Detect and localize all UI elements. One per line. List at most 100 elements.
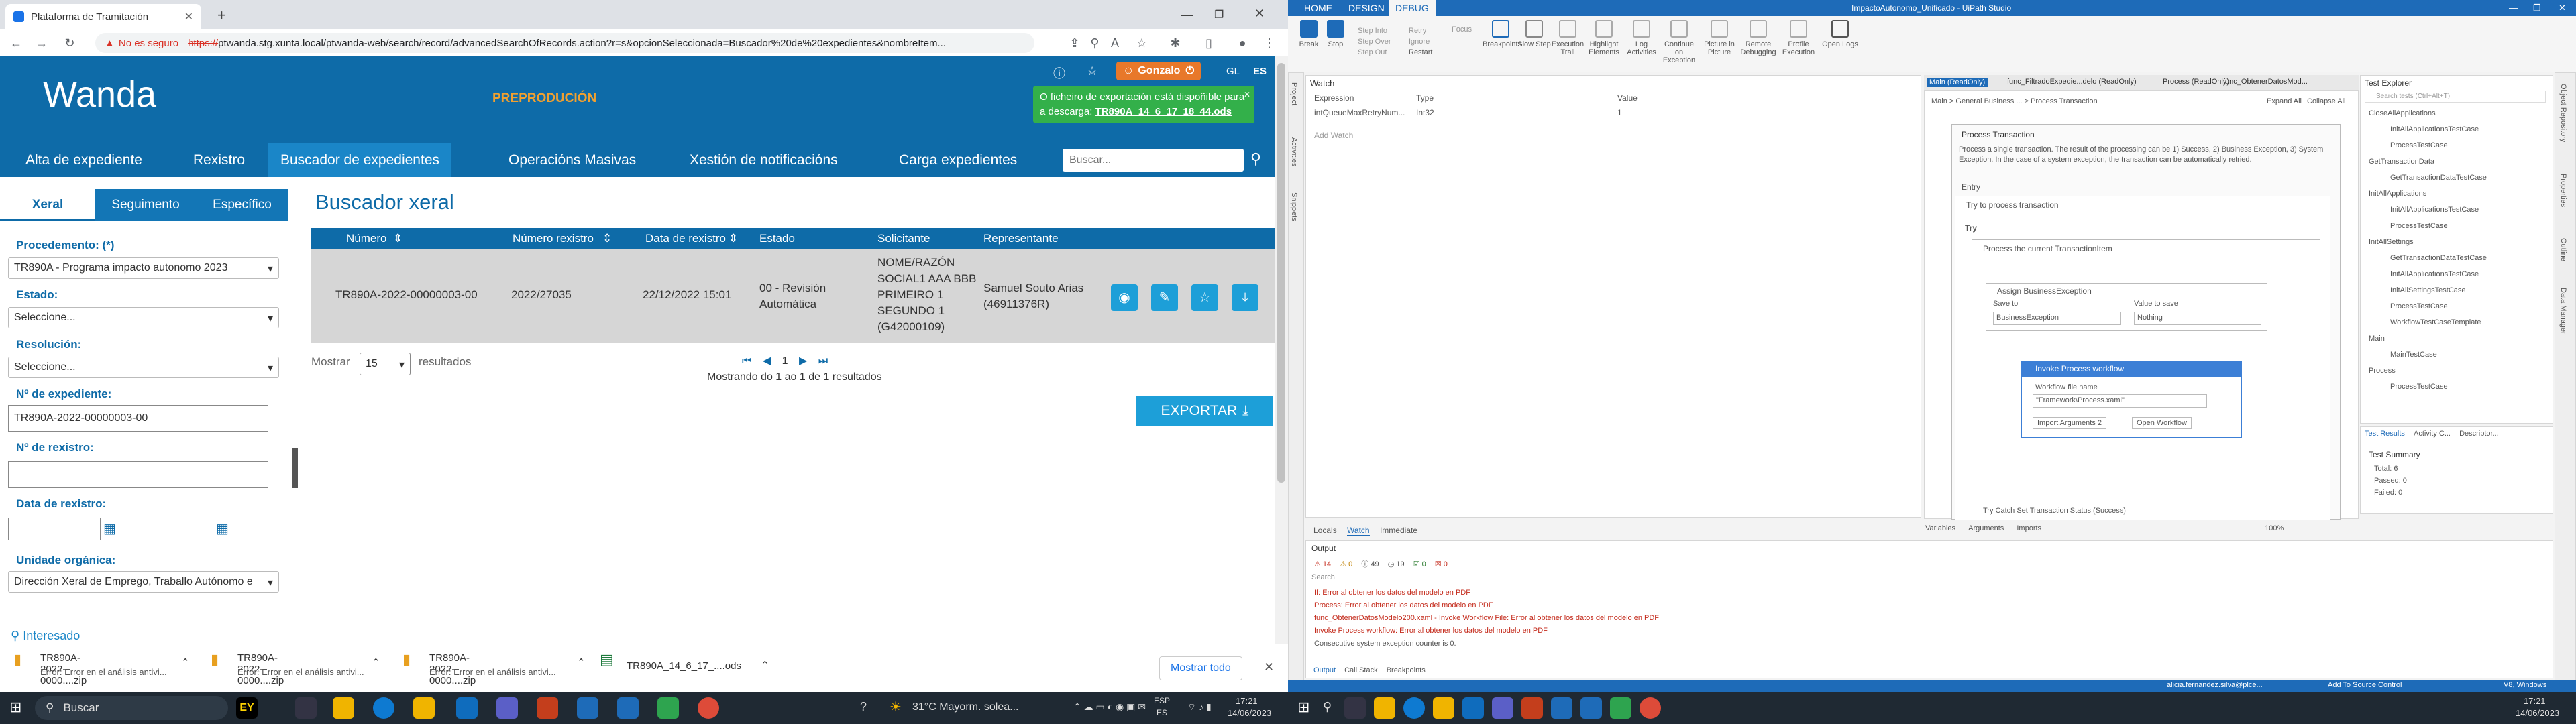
outlook-icon[interactable] (456, 697, 478, 719)
ey-app-icon[interactable]: EY (236, 697, 258, 719)
last-page-icon[interactable]: ⏭ (818, 355, 828, 367)
input-language-sub[interactable]: ES (1157, 708, 1167, 717)
assign-activity[interactable]: Assign BusinessException Save to Value t… (1986, 283, 2267, 331)
info-filter[interactable]: ⓘ 49 (1361, 560, 1379, 568)
add-to-source-control[interactable]: Add To Source Control (2328, 681, 2402, 689)
imports-tab[interactable]: Imports (2017, 524, 2041, 532)
edge-icon[interactable] (1403, 697, 1425, 719)
test-tree-folder[interactable]: InitAllSettings (2366, 234, 2547, 250)
clock-date[interactable]: 14/06/2023 (1228, 708, 1271, 718)
test-tree-item[interactable]: ProcessTestCase (2366, 379, 2547, 395)
doc-tab-main[interactable]: Main (ReadOnly) (1927, 78, 1988, 87)
sort-icon[interactable]: ⇕ (393, 228, 402, 249)
chevron-up-icon[interactable]: ⌃ (372, 656, 380, 668)
profile-icon[interactable]: ● (1234, 35, 1250, 51)
test-tree-item[interactable]: ProcessTestCase (2366, 137, 2547, 154)
zoom-level[interactable]: 100% (2265, 524, 2284, 532)
stop-button[interactable]: Stop (1318, 20, 1354, 48)
col-numero[interactable]: Número (346, 228, 386, 249)
file-explorer-icon[interactable] (1374, 697, 1395, 719)
activities-panel-tab[interactable]: Activities (1290, 137, 1298, 166)
nav-xestion-notificacions[interactable]: Xestión de notificacións (678, 143, 850, 177)
download-item[interactable]: ▮ TR890A-2022-0000....zip Error: Error en … (13, 651, 190, 686)
output-line[interactable]: Consecutive system exception counter is … (1314, 638, 1659, 650)
minimize-icon[interactable]: — (1181, 8, 1193, 22)
restart-button[interactable]: Restart (1409, 47, 1432, 58)
download-icon[interactable]: ⤓ (1232, 284, 1258, 311)
import-arguments-button[interactable]: Import Arguments 2 (2033, 417, 2107, 429)
collapse-all-button[interactable]: Collapse All (2307, 97, 2345, 105)
save-to-field[interactable]: BusinessException (1993, 312, 2121, 325)
warning-filter[interactable]: ⚠ 0 (1340, 560, 1352, 568)
teams-icon[interactable] (1492, 697, 1513, 719)
test-search-input[interactable]: Search tests (Ctrl+Alt+T) (2365, 90, 2546, 103)
new-tab-icon[interactable]: + (217, 7, 226, 24)
scrollbar-thumb[interactable] (1277, 63, 1285, 483)
show-all-downloads-button[interactable]: Mostrar todo (1159, 656, 1242, 680)
resolucion-select[interactable]: Seleccione... ▾ (8, 357, 279, 378)
invoke-workflow-activity[interactable]: Invoke Process workflow Workflow file na… (2021, 361, 2242, 438)
windows-start-icon[interactable]: ⊞ (9, 699, 21, 716)
descriptor-tab[interactable]: Descriptor... (2459, 430, 2499, 438)
nav-carga-expedientes[interactable]: Carga expedientes (887, 143, 1029, 177)
status-user[interactable]: alicia.fernandez.silva@plce... (2167, 681, 2263, 689)
view-icon[interactable]: ◉ (1111, 284, 1138, 311)
breakpoints-button[interactable]: Breakpoints (1483, 20, 1521, 48)
continue-on-exception-button[interactable]: Continue on Exception (1661, 20, 1697, 64)
file-explorer-icon[interactable] (333, 697, 354, 719)
slow-step-button[interactable]: Slow Step (1516, 20, 1552, 48)
estado-select[interactable]: Seleccione... ▾ (8, 307, 279, 328)
next-page-icon[interactable]: ▶ (799, 355, 807, 367)
trace-filter[interactable]: ◷ 19 (1388, 560, 1405, 568)
test-results-tab[interactable]: Test Results (2365, 430, 2405, 438)
browser-tab[interactable]: Plataforma de Tramitación ✕ (5, 4, 201, 29)
expand-all-button[interactable]: Expand All (2267, 97, 2302, 105)
value-to-save-field[interactable]: Nothing (2134, 312, 2261, 325)
data-manager-tab[interactable]: Data Manager (2559, 288, 2567, 335)
step-out-button[interactable]: Step Out (1358, 47, 1391, 58)
interesado-section[interactable]: ⚲ Interesado (11, 629, 80, 643)
test-tree-item[interactable]: WorkflowTestCaseTemplate (2366, 314, 2547, 330)
fail-filter[interactable]: ☒ 0 (1435, 560, 1448, 568)
date-from-input[interactable] (8, 518, 101, 540)
variables-tab[interactable]: Variables (1925, 524, 1955, 532)
prev-page-icon[interactable]: ◀ (763, 355, 771, 367)
uipath-studio-icon[interactable] (617, 697, 639, 719)
wanda-logo[interactable]: Wanda (43, 74, 156, 115)
folder-icon[interactable] (413, 697, 435, 719)
tab-xeral[interactable]: Xeral (0, 189, 95, 221)
office-icon[interactable] (1521, 697, 1543, 719)
network-volume-icons[interactable]: ⌔ ♪ ▮ (1187, 701, 1212, 713)
menu-icon[interactable]: ⋮ (1261, 35, 1277, 51)
zoom-icon[interactable]: ⚲ (1087, 35, 1103, 51)
reload-icon[interactable]: ↻ (62, 35, 78, 51)
doc-tab-filtrado[interactable]: func_FiltradoExpedie...delo (ReadOnly) (2007, 78, 2137, 86)
clock-time[interactable]: 17:21 (1236, 696, 1258, 706)
task-view-icon[interactable] (295, 697, 317, 719)
process-transaction-activity[interactable]: Process Transaction Process a single tra… (1951, 124, 2341, 520)
nav-rexistro[interactable]: Rexistro (181, 143, 257, 177)
step-into-button[interactable]: Step Into (1358, 25, 1391, 36)
test-tree-folder[interactable]: Main (2366, 330, 2547, 347)
search-input[interactable] (1063, 149, 1244, 172)
test-tree-item[interactable]: ProcessTestCase (2366, 298, 2547, 314)
forward-icon[interactable]: → (34, 35, 50, 51)
test-tree-folder[interactable]: CloseAllApplications (2366, 105, 2547, 121)
col-solicitante[interactable]: Solicitante (877, 228, 930, 249)
teams-icon[interactable] (496, 697, 518, 719)
test-tree-folder[interactable]: InitAllApplications (2366, 186, 2547, 202)
close-window-icon[interactable]: ✕ (1254, 7, 1265, 21)
doc-tab-obtener[interactable]: func_ObtenerDatosMod... (2223, 78, 2308, 86)
uipath-studio-icon[interactable] (1580, 697, 1602, 719)
col-representante[interactable]: Representante (983, 228, 1059, 249)
calendar-icon[interactable]: ▦ (103, 520, 116, 537)
ignore-button[interactable]: Ignore (1409, 36, 1432, 47)
breakpoints-tab[interactable]: Breakpoints (1387, 666, 1426, 674)
project-panel-tab[interactable]: Project (1290, 82, 1298, 105)
nav-alta-expediente[interactable]: Alta de expediente (13, 143, 154, 177)
clock-date-2[interactable]: 14/06/2023 (2516, 708, 2559, 718)
lang-gl[interactable]: GL (1226, 66, 1240, 77)
first-page-icon[interactable]: ⏮ (742, 355, 751, 367)
tray-icons[interactable]: ⌃ ☁ ▭ ◐ ◉ ▣ ✉ (1073, 701, 1146, 713)
folder-icon[interactable] (1433, 697, 1454, 719)
